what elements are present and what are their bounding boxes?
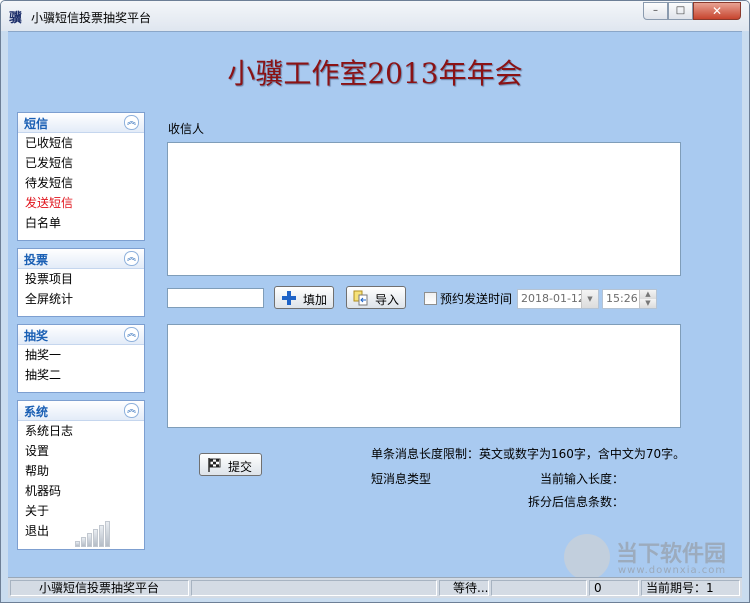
add-button-label: 填加 [303,293,328,307]
schedule-checkbox[interactable] [424,292,437,305]
panel-vote: 投票 ︽ 投票项目 全屏统计 [17,248,145,317]
status-period-label: 当前期号： [646,581,707,595]
status-period: 当前期号：1 [641,580,740,596]
schedule-date-picker[interactable]: 2018-01-12 ▼ [517,289,599,309]
import-button[interactable]: 导入 [346,286,406,309]
chevron-up-double-icon[interactable]: ︽ [124,327,139,342]
panel-sms: 短信 ︽ 已收短信 已发短信 待发短信 发送短信 白名单 [17,112,145,241]
panel-title-sms: 短信 [24,117,49,131]
status-bar: 小骥短信投票抽奖平台 等待... 0 当前期号：1 [8,577,742,598]
sidebar-item-settings[interactable]: 设置 [18,441,144,461]
status-count: 0 [589,580,639,596]
sidebar-item-help[interactable]: 帮助 [18,461,144,481]
watermark-logo-icon [564,534,610,580]
panel-header-system[interactable]: 系统 ︽ [18,401,144,421]
sidebar-item-received[interactable]: 已收短信 [18,133,144,153]
sidebar-item-send-sms[interactable]: 发送短信 [18,193,144,213]
panel-header-sms[interactable]: 短信 ︽ [18,113,144,133]
panel-lottery: 抽奖 ︽ 抽奖一 抽奖二 [17,324,145,393]
panel-header-vote[interactable]: 投票 ︽ [18,249,144,269]
message-textarea[interactable] [167,324,681,428]
import-icon [353,290,368,306]
schedule-time-value: 15:26 [606,292,638,305]
panel-title-lottery: 抽奖 [24,329,49,343]
schedule-label: 预约发送时间 [440,292,513,306]
spin-down-icon[interactable]: ▼ [639,299,656,308]
status-text: 等待... [439,580,489,596]
status-period-value: 1 [706,581,714,595]
length-limit-note: 单条消息长度限制：英文或数字为160字，含中文为70字。 [371,447,686,461]
chevron-up-double-icon[interactable]: ︽ [124,251,139,266]
sidebar-item-whitelist[interactable]: 白名单 [18,213,144,233]
sidebar-item-machine-code[interactable]: 机器码 [18,481,144,501]
sidebar-item-pending[interactable]: 待发短信 [18,173,144,193]
chevron-up-double-icon[interactable]: ︽ [124,403,139,418]
app-icon: 骥 [9,11,23,26]
close-button[interactable]: ✕ [693,2,741,20]
signal-strength-icon [73,519,113,547]
panel-title-vote: 投票 [24,253,49,267]
watermark-url: www.downxia.com [618,565,727,576]
sidebar-item-lottery-one[interactable]: 抽奖一 [18,345,144,365]
chevron-down-icon[interactable]: ▼ [581,290,598,308]
recipient-label: 收信人 [168,122,205,136]
status-blank-2 [491,580,587,596]
sidebar-item-sent[interactable]: 已发短信 [18,153,144,173]
import-button-label: 导入 [375,293,400,307]
status-app-name: 小骥短信投票抽奖平台 [10,580,189,596]
phone-number-input[interactable] [167,288,264,308]
submit-button[interactable]: 提交 [199,453,262,476]
schedule-time-picker[interactable]: 15:26 ▲ ▼ [602,289,657,309]
checkered-flag-icon [208,458,221,472]
client-area: 小骥工作室2013年年会 短信 ︽ 已收短信 已发短信 待发短信 发送短信 白名… [8,31,742,578]
schedule-date-value: 2018-01-12 [521,292,585,305]
panel-header-lottery[interactable]: 抽奖 ︽ [18,325,144,345]
sidebar-item-vote-projects[interactable]: 投票项目 [18,269,144,289]
status-blank [191,580,437,596]
watermark-brand: 当下软件园 [616,542,727,567]
window-title: 小骥短信投票抽奖平台 [31,11,152,25]
submit-button-label: 提交 [228,460,253,474]
add-button[interactable]: 填加 [274,286,334,309]
panel-system: 系统 ︽ 系统日志 设置 帮助 机器码 关于 退出 [17,400,145,550]
chevron-up-double-icon[interactable]: ︽ [124,115,139,130]
sidebar-item-fullscreen-stats[interactable]: 全屏统计 [18,289,144,309]
main-window: 骥 小骥短信投票抽奖平台 – □ ✕ 小骥工作室2013年年会 短信 ︽ 已收短… [0,0,750,603]
message-type-label: 短消息类型 [371,472,432,486]
banner-title: 小骥工作室2013年年会 [227,57,523,90]
maximize-button[interactable]: □ [668,2,693,20]
sidebar-item-about[interactable]: 关于 [18,501,144,521]
sidebar-item-system-log[interactable]: 系统日志 [18,421,144,441]
title-bar[interactable]: 骥 小骥短信投票抽奖平台 – □ ✕ [1,1,749,31]
minimize-button[interactable]: – [643,2,668,20]
current-length-label: 当前输入长度： [540,472,625,486]
plus-icon [282,291,296,305]
sidebar-item-lottery-two[interactable]: 抽奖二 [18,365,144,385]
recipient-textarea[interactable] [167,142,681,276]
spin-up-icon[interactable]: ▲ [639,290,656,299]
split-count-label: 拆分后信息条数： [528,495,625,509]
panel-title-system: 系统 [24,405,49,419]
